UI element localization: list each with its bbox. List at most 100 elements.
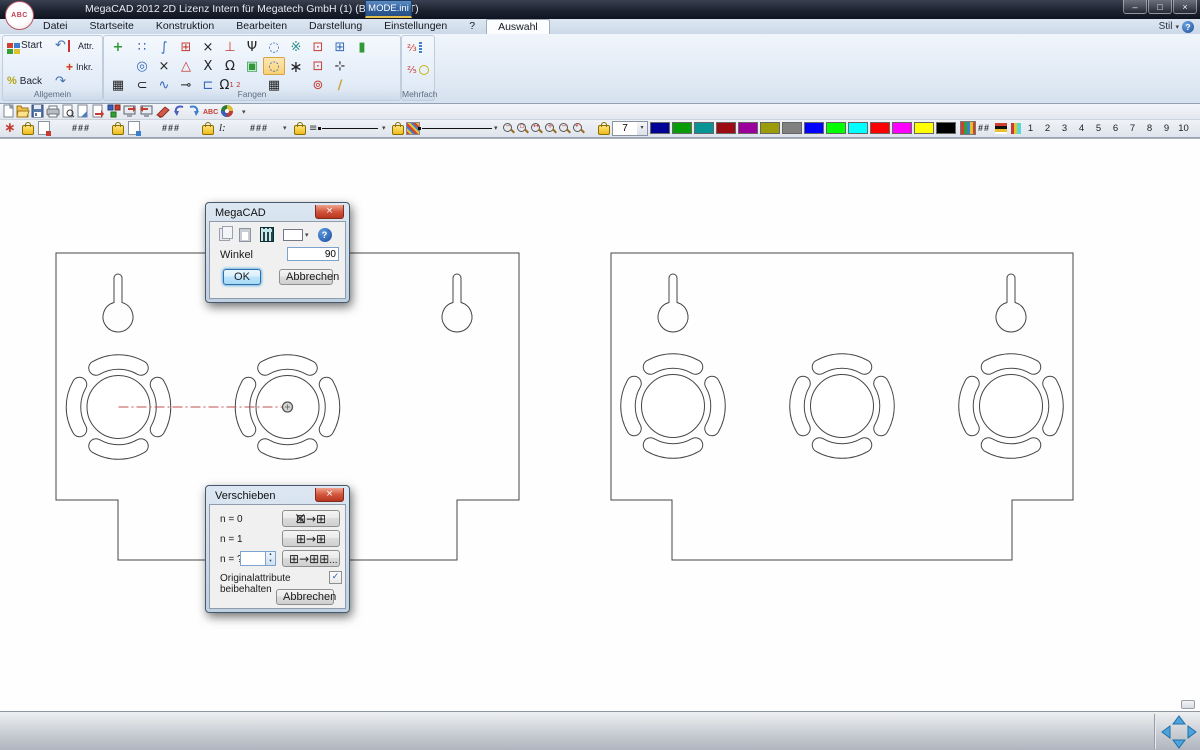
spinner-buttons[interactable]: ▴▾ — [265, 551, 276, 566]
view-number-button[interactable]: 2 — [1039, 123, 1056, 134]
verschieben-dialog-titlebar[interactable]: Verschieben × — [209, 489, 346, 504]
zoom-tool-icon-2[interactable]: ▫ — [516, 122, 530, 135]
snap-active-mode-icon[interactable]: ◌ — [263, 57, 285, 75]
layer-list-icon[interactable] — [995, 121, 1007, 135]
snap-curve-points-icon[interactable]: ∫ — [153, 38, 175, 56]
winkel-input[interactable] — [287, 247, 339, 261]
copy-icon[interactable] — [219, 228, 230, 241]
lock-pen-icon[interactable] — [202, 121, 214, 135]
paste-icon[interactable] — [239, 228, 251, 242]
blocks-icon[interactable] — [108, 105, 120, 117]
inkr-button[interactable]: + Inkr. — [64, 59, 95, 75]
color-swatch[interactable] — [848, 122, 868, 134]
linetype-preview[interactable] — [322, 121, 378, 135]
n0-button[interactable]: ⊞×→⊞ — [282, 510, 340, 527]
snap-box2-icon[interactable]: ⊡ — [307, 57, 329, 75]
stil-dropdown-icon[interactable]: ▾ — [1175, 23, 1179, 31]
count-input[interactable] — [240, 551, 265, 566]
save-icon[interactable] — [32, 105, 43, 117]
tab-datei[interactable]: Datei — [32, 19, 79, 34]
view-number-button[interactable]: 5 — [1090, 123, 1107, 134]
snap-extrude-icon[interactable]: ▮ — [351, 38, 373, 56]
redo-toolbar-icon[interactable] — [190, 106, 199, 116]
megacad-logo[interactable]: ABC — [5, 1, 34, 30]
view-number-button[interactable]: 3 — [1056, 123, 1073, 134]
palette-button[interactable] — [960, 121, 976, 135]
megacad-dialog-titlebar[interactable]: MegaCAD × — [209, 206, 346, 221]
pen-dropdown-icon[interactable]: ▾ — [283, 121, 287, 135]
color-wheel-icon[interactable] — [221, 105, 233, 117]
color-swatch[interactable] — [870, 122, 890, 134]
lock-sheet-icon[interactable] — [112, 121, 124, 135]
nq-button[interactable]: ⊞→⊞⊞... — [282, 550, 340, 567]
snap-coordinate-icon[interactable]: ⊹ — [329, 57, 351, 75]
snap-intersection-icon[interactable]: × — [197, 38, 219, 56]
color-swatch[interactable] — [650, 122, 670, 134]
tab-startseite[interactable]: Startseite — [79, 19, 145, 34]
scale-dropdown-icon[interactable]: ▾ — [637, 122, 647, 135]
color-swatch[interactable] — [826, 122, 846, 134]
format-dropdown[interactable]: ▾ — [283, 229, 309, 241]
open-file-icon[interactable] — [17, 106, 29, 117]
snap-asterisk-icon[interactable]: ∗ — [285, 57, 307, 75]
view-number-button[interactable]: 10 — [1175, 123, 1192, 134]
linetype-icon[interactable]: ≡ — [309, 121, 317, 135]
close-button[interactable]: × — [1173, 0, 1197, 14]
snap-x12-icon[interactable]: X — [197, 57, 219, 75]
view-number-button[interactable]: 8 — [1141, 123, 1158, 134]
redo-button[interactable]: ↷ — [53, 73, 68, 90]
stil-control[interactable]: Stil ▾ ? — [1159, 21, 1194, 33]
keep-attributes-checkbox[interactable]: ✓ — [329, 571, 342, 584]
layer-select-button[interactable] — [38, 121, 50, 135]
pen-button[interactable]: l: — [219, 121, 226, 135]
snap-solid-icon[interactable]: ▣ — [241, 57, 263, 75]
back-button[interactable]: % Back — [5, 74, 44, 88]
snap-circle-icon[interactable]: ◌ — [263, 38, 285, 56]
snap-cross-icon[interactable]: × — [153, 57, 175, 75]
view-number-button[interactable]: 6 — [1107, 123, 1124, 134]
color-swatch[interactable] — [936, 122, 956, 134]
tab-konstruktion[interactable]: Konstruktion — [145, 19, 225, 34]
page-view-icon[interactable] — [78, 105, 87, 117]
multi-circle-icon[interactable]: ⅖ — [407, 62, 429, 78]
hash-button[interactable]: ## — [978, 121, 990, 135]
minimize-button[interactable]: – — [1123, 0, 1147, 14]
snap-triangle-icon[interactable]: △ — [175, 57, 197, 75]
color-swatch[interactable] — [738, 122, 758, 134]
tab-einstellungen[interactable]: Einstellungen — [373, 19, 458, 34]
tab-darstellung[interactable]: Darstellung — [298, 19, 373, 34]
color-swatch[interactable] — [914, 122, 934, 134]
lock-scale-icon[interactable] — [598, 121, 610, 135]
abc-check-icon[interactable]: ABC — [203, 109, 218, 116]
zoom-tool-icon-4[interactable]: + — [544, 122, 558, 135]
tab-auswahl[interactable]: Auswahl — [486, 19, 550, 35]
print-icon[interactable] — [47, 106, 59, 117]
snap-grid-points-icon[interactable]: ⊞ — [175, 38, 197, 56]
snap-target-icon[interactable]: ◎ — [131, 57, 153, 75]
maximize-button[interactable]: □ — [1148, 0, 1172, 14]
lock-linetype-icon[interactable] — [294, 121, 306, 135]
linewidth-dropdown-icon[interactable]: ▾ — [494, 121, 498, 135]
view-number-button[interactable]: 1 — [1022, 123, 1039, 134]
start-button[interactable]: Start — [5, 39, 44, 52]
snap-points-icon[interactable]: ∷ — [131, 38, 153, 56]
tab-hilfe[interactable]: ? — [458, 19, 486, 34]
view-number-button[interactable]: 7 — [1124, 123, 1141, 134]
verschieben-dialog-close-button[interactable]: × — [315, 488, 344, 502]
snap-add-icon[interactable]: + — [107, 38, 129, 56]
linewidth-preview[interactable] — [422, 121, 492, 135]
new-file-icon[interactable] — [4, 105, 13, 117]
color-swatch[interactable] — [804, 122, 824, 134]
tab-bearbeiten[interactable]: Bearbeiten — [225, 19, 298, 34]
color-swatch[interactable] — [782, 122, 802, 134]
zoom-tool-icon-3[interactable]: ↔ — [530, 122, 544, 135]
attr-button[interactable]: Attr. — [66, 39, 96, 53]
color-swatch[interactable] — [694, 122, 714, 134]
dialog-help-icon[interactable]: ? — [318, 228, 332, 242]
snap-box-points-icon[interactable]: ⊞ — [329, 38, 351, 56]
scale-combo[interactable]: 7▾ — [612, 121, 648, 135]
colorbars-icon[interactable] — [1011, 121, 1021, 135]
undo-toolbar-icon[interactable] — [174, 106, 183, 116]
snap-perpendicular-icon[interactable]: ⊥ — [219, 38, 241, 56]
toolbar-options-icon[interactable]: ▾ — [242, 108, 246, 116]
